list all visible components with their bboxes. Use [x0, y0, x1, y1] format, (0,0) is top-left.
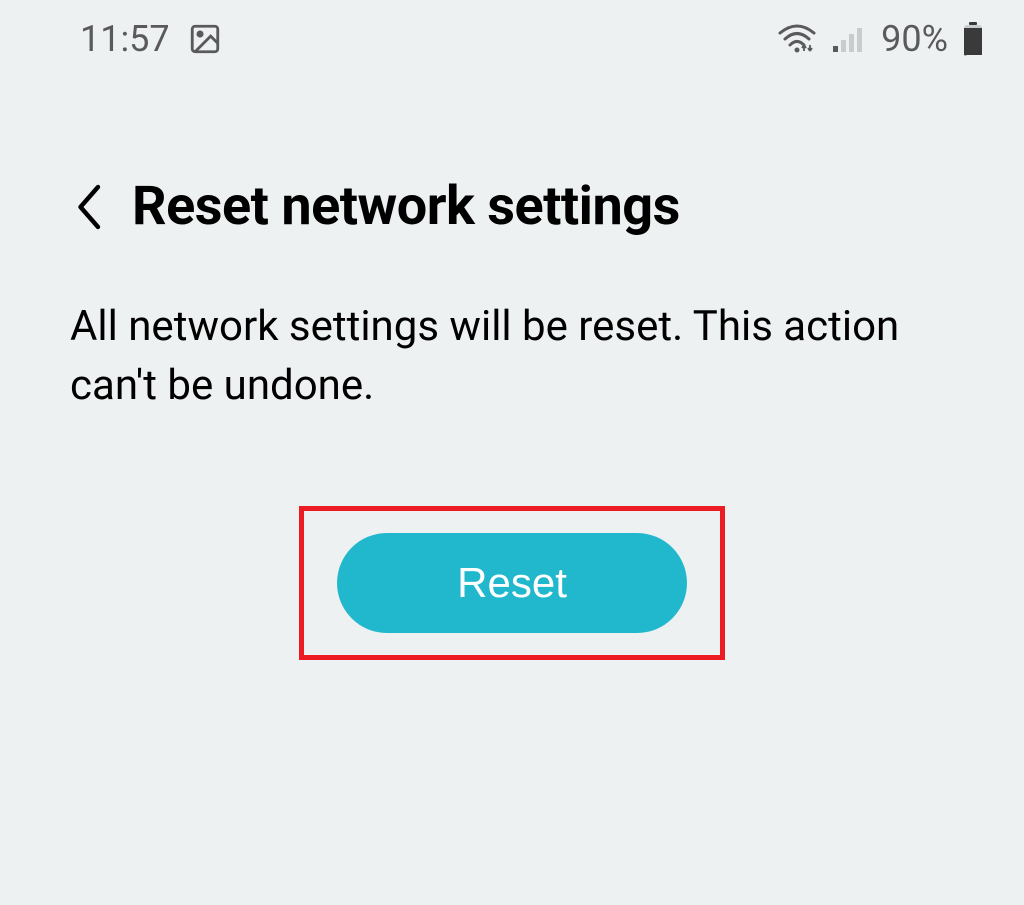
status-bar: 11:57 [0, 0, 1024, 70]
status-bar-right: 90% [777, 18, 984, 60]
page-header: Reset network settings [0, 70, 1024, 238]
gallery-icon [188, 22, 222, 56]
battery-icon [962, 22, 984, 56]
wifi-icon [777, 23, 817, 55]
back-button[interactable] [72, 182, 104, 232]
signal-icon [831, 24, 867, 54]
reset-button[interactable]: Reset [337, 533, 687, 633]
description-text: All network settings will be reset. This… [0, 238, 1024, 416]
status-bar-left: 11:57 [80, 18, 222, 60]
button-container: Reset [0, 506, 1024, 660]
page-title: Reset network settings [132, 175, 680, 238]
highlight-annotation: Reset [299, 506, 725, 660]
battery-percentage: 90% [881, 18, 948, 60]
status-time: 11:57 [80, 18, 170, 60]
